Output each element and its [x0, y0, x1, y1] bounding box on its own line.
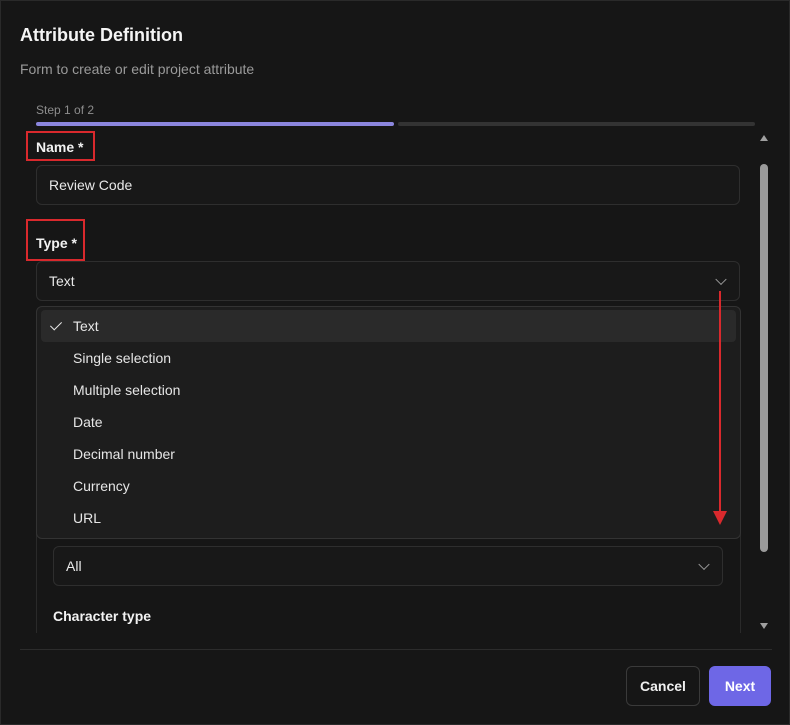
step-progress-bar: [36, 122, 755, 126]
step-indicator: Step 1 of 2: [36, 103, 95, 117]
scope-select-value: All: [66, 558, 82, 574]
type-select-value: Text: [49, 273, 75, 289]
attribute-definition-dialog: Attribute Definition Form to create or e…: [0, 0, 790, 725]
chevron-down-icon: [698, 558, 710, 571]
check-icon: [49, 318, 63, 331]
scroll-up-arrow-icon[interactable]: [760, 135, 768, 141]
next-button[interactable]: Next: [709, 666, 771, 706]
progress-step-pending: [398, 122, 755, 126]
annotation-arrow-icon: [713, 291, 727, 525]
dialog-subtitle: Form to create or edit project attribute: [20, 61, 255, 77]
form-scroll-area[interactable]: Name * Review Code Type * Text All Chara…: [20, 131, 772, 633]
dialog-title: Attribute Definition: [20, 25, 183, 45]
option-label: Multiple selection: [73, 382, 181, 398]
option-label: Decimal number: [73, 446, 175, 462]
type-option-multiple-selection[interactable]: Multiple selection: [41, 374, 736, 406]
type-option-url[interactable]: URL: [41, 502, 736, 534]
cancel-button[interactable]: Cancel: [626, 666, 700, 706]
name-input-value: Review Code: [49, 177, 133, 193]
type-option-date[interactable]: Date: [41, 406, 736, 438]
scrollbar-thumb[interactable]: [760, 164, 768, 552]
option-label: Text: [73, 318, 99, 334]
option-label: URL: [73, 510, 102, 526]
scroll-down-arrow-icon[interactable]: [760, 623, 768, 629]
character-type-label: Character type: [53, 608, 152, 624]
footer-divider: [20, 649, 772, 650]
option-label: Single selection: [73, 350, 172, 366]
option-label: Currency: [73, 478, 130, 494]
progress-step-complete: [36, 122, 394, 126]
option-label: Date: [73, 414, 103, 430]
type-option-text[interactable]: Text: [41, 310, 736, 342]
type-label: Type *: [36, 235, 77, 251]
type-select[interactable]: Text: [36, 261, 740, 301]
type-option-decimal-number[interactable]: Decimal number: [41, 438, 736, 470]
name-label: Name *: [36, 139, 84, 155]
name-input[interactable]: Review Code: [36, 165, 740, 205]
form-scrollbar[interactable]: [757, 131, 771, 633]
type-dropdown-menu: Text Single selection Multiple selection…: [36, 306, 741, 539]
scope-select[interactable]: All: [53, 546, 723, 586]
chevron-down-icon: [715, 273, 727, 286]
type-option-currency[interactable]: Currency: [41, 470, 736, 502]
type-option-single-selection[interactable]: Single selection: [41, 342, 736, 374]
